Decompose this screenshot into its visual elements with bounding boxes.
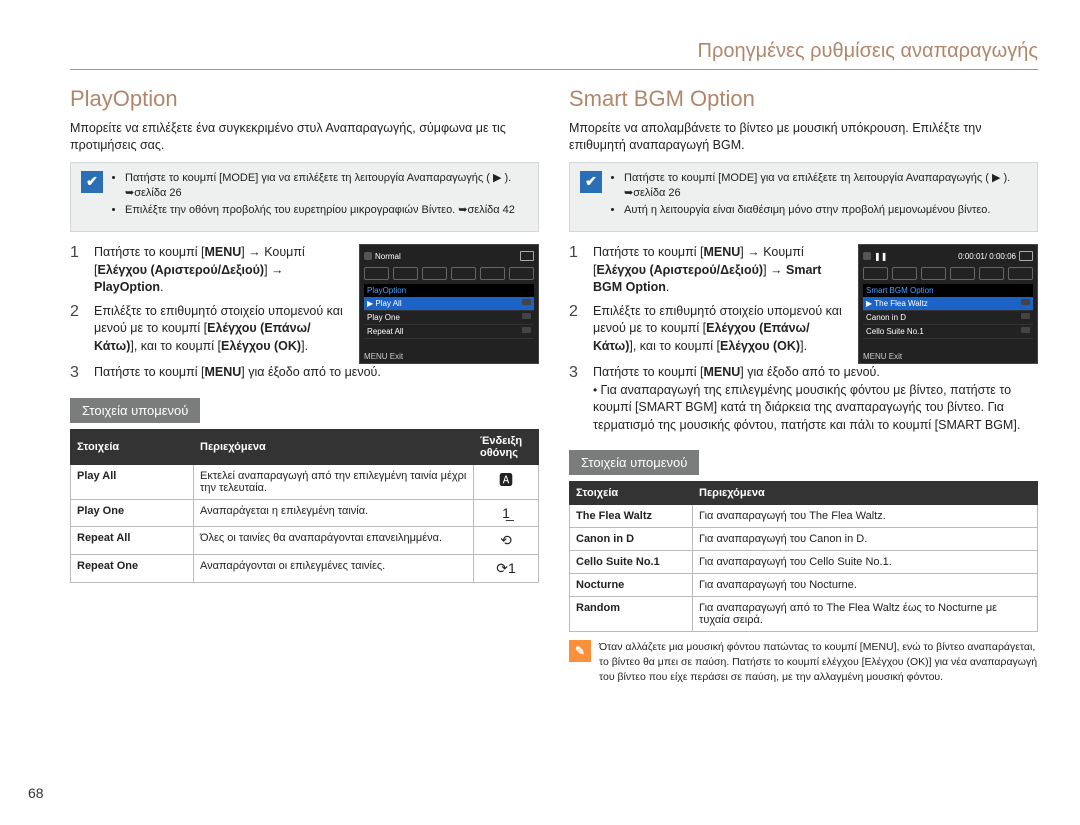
submenu-table: Στοιχεία Περιεχόμενα The Flea WaltzΓια α… bbox=[569, 481, 1038, 632]
step: 3 Πατήστε το κουμπί [MENU] για έξοδο από… bbox=[70, 364, 539, 382]
section-heading: Smart BGM Option bbox=[569, 86, 1038, 112]
right-column: Smart BGM Option Μπορείτε να απολαμβάνετ… bbox=[569, 82, 1038, 684]
table-row: Play All Εκτελεί αναπαραγωγή από την επι… bbox=[71, 465, 539, 500]
footnote-text: Όταν αλλάζετε μια μουσική φόντου πατώντα… bbox=[599, 640, 1038, 684]
step-text: Πατήστε το κουμπί [MENU] → Κουμπί [Ελέγχ… bbox=[593, 244, 848, 297]
intro-text: Μπορείτε να επιλέξετε ένα συγκεκριμένο σ… bbox=[70, 120, 539, 154]
mini-toolbar bbox=[863, 267, 1033, 280]
battery-icon bbox=[1019, 251, 1033, 261]
camera-screen-mockup: ❚❚ 0:00:01/ 0:00:06 Smart BGM Option ▶ T… bbox=[858, 244, 1038, 364]
mini-menu-item: Play One bbox=[364, 311, 534, 325]
table-row: NocturneΓια αναπαραγωγή του Nocturne. bbox=[570, 574, 1038, 597]
step: 2 Επιλέξτε το επιθυμητό στοιχείο υπομενο… bbox=[569, 303, 848, 356]
table-row: Canon in DΓια αναπαραγωγή του Canon in D… bbox=[570, 528, 1038, 551]
rec-icon bbox=[863, 252, 871, 260]
step-number: 2 bbox=[569, 303, 583, 356]
two-column-layout: PlayOption Μπορείτε να επιλέξετε ένα συγ… bbox=[70, 82, 1038, 684]
mini-menu-item-selected: ▶ The Flea Waltz bbox=[863, 297, 1033, 311]
step: 1 Πατήστε το κουμπί [MENU] → Κουμπί [Ελέ… bbox=[70, 244, 349, 297]
check-icon: ✔ bbox=[580, 171, 602, 193]
step-number: 2 bbox=[70, 303, 84, 356]
rec-icon bbox=[364, 252, 372, 260]
left-column: PlayOption Μπορείτε να επιλέξετε ένα συγ… bbox=[70, 82, 539, 684]
note-list: Πατήστε το κουμπί [MODE] για να επιλέξετ… bbox=[612, 171, 1027, 222]
col-header: Στοιχεία bbox=[71, 430, 194, 465]
mini-menu-header: PlayOption bbox=[364, 284, 534, 297]
table-row: Repeat One Αναπαράγονται οι επιλεγμένες … bbox=[71, 555, 539, 583]
step-text: Πατήστε το κουμπί [MENU] για έξοδο από τ… bbox=[593, 364, 1038, 434]
note-icon: ✎ bbox=[569, 640, 591, 662]
mini-menu-item: Canon in D bbox=[863, 311, 1033, 325]
mode-label: Normal bbox=[375, 252, 401, 261]
camera-screen-mockup: Normal PlayOption ▶ Play All Play One Re… bbox=[359, 244, 539, 364]
col-header: Στοιχεία bbox=[570, 482, 693, 505]
note-list: Πατήστε το κουμπί [MODE] για να επιλέξετ… bbox=[113, 171, 528, 222]
step: 1 Πατήστε το κουμπί [MENU] → Κουμπί [Ελέ… bbox=[569, 244, 848, 297]
table-row: Repeat All Όλες οι ταινίες θα αναπαράγον… bbox=[71, 527, 539, 555]
col-header: Περιεχόμενα bbox=[693, 482, 1038, 505]
display-icon: ⟲ bbox=[474, 527, 539, 555]
table-row: The Flea WaltzΓια αναπαραγωγή του The Fl… bbox=[570, 505, 1038, 528]
info-note: ✔ Πατήστε το κουμπί [MODE] για να επιλέξ… bbox=[70, 162, 539, 233]
mini-menu-item: Repeat All bbox=[364, 325, 534, 339]
step-number: 1 bbox=[569, 244, 583, 297]
mini-menu-item-selected: ▶ Play All bbox=[364, 297, 534, 311]
section-heading: PlayOption bbox=[70, 86, 539, 112]
step-number: 3 bbox=[70, 364, 84, 382]
step-number: 3 bbox=[569, 364, 583, 434]
step-text: Επιλέξτε το επιθυμητό στοιχείο υπομενού … bbox=[94, 303, 349, 356]
step: 2 Επιλέξτε το επιθυμητό στοιχείο υπομενο… bbox=[70, 303, 349, 356]
intro-text: Μπορείτε να απολαμβάνετε το βίντεο με μο… bbox=[569, 120, 1038, 154]
mini-menu-item: Cello Suite No.1 bbox=[863, 325, 1033, 339]
display-icon: ⟳1 bbox=[474, 555, 539, 583]
step-text: Πατήστε το κουμπί [MENU] για έξοδο από τ… bbox=[94, 364, 539, 382]
display-icon: 1̲ bbox=[474, 500, 539, 527]
note-item: Πατήστε το κουμπί [MODE] για να επιλέξετ… bbox=[125, 171, 528, 201]
battery-icon bbox=[520, 251, 534, 261]
step: 3 Πατήστε το κουμπί [MENU] για έξοδο από… bbox=[569, 364, 1038, 434]
note-item: Πατήστε το κουμπί [MODE] για να επιλέξετ… bbox=[624, 171, 1027, 201]
table-row: RandomΓια αναπαραγωγή από το The Flea Wa… bbox=[570, 597, 1038, 632]
table-row: Cello Suite No.1Για αναπαραγωγή του Cell… bbox=[570, 551, 1038, 574]
submenu-table: Στοιχεία Περιεχόμενα Ένδειξη οθόνης Play… bbox=[70, 429, 539, 583]
mini-menu-header: Smart BGM Option bbox=[863, 284, 1033, 297]
submenu-heading: Στοιχεία υπομενού bbox=[569, 450, 699, 475]
note-item: Επιλέξτε την οθόνη προβολής του ευρετηρί… bbox=[125, 203, 528, 218]
step-number: 1 bbox=[70, 244, 84, 297]
display-icon: 🅰 bbox=[474, 465, 539, 500]
table-row: Play One Αναπαράγεται η επιλεγμένη ταινί… bbox=[71, 500, 539, 527]
note-item: Αυτή η λειτουργία είναι διαθέσιμη μόνο σ… bbox=[624, 203, 1027, 218]
submenu-heading: Στοιχεία υπομενού bbox=[70, 398, 200, 423]
col-header: Περιεχόμενα bbox=[194, 430, 474, 465]
document-page: Προηγμένες ρυθμίσεις αναπαραγωγής PlayOp… bbox=[0, 0, 1080, 825]
footnote: ✎ Όταν αλλάζετε μια μουσική φόντου πατών… bbox=[569, 640, 1038, 684]
time-label: 0:00:01/ 0:00:06 bbox=[958, 252, 1016, 261]
step-text: Πατήστε το κουμπί [MENU] → Κουμπί [Ελέγχ… bbox=[94, 244, 349, 297]
check-icon: ✔ bbox=[81, 171, 103, 193]
mini-footer: MENU Exit bbox=[364, 352, 403, 361]
mini-toolbar bbox=[364, 267, 534, 280]
mini-footer: MENU Exit bbox=[863, 352, 902, 361]
page-number: 68 bbox=[28, 785, 44, 801]
info-note: ✔ Πατήστε το κουμπί [MODE] για να επιλέξ… bbox=[569, 162, 1038, 233]
col-header: Ένδειξη οθόνης bbox=[474, 430, 539, 465]
step-text: Επιλέξτε το επιθυμητό στοιχείο υπομενού … bbox=[593, 303, 848, 356]
pause-icon: ❚❚ bbox=[874, 252, 887, 261]
breadcrumb: Προηγμένες ρυθμίσεις αναπαραγωγής bbox=[70, 40, 1038, 70]
